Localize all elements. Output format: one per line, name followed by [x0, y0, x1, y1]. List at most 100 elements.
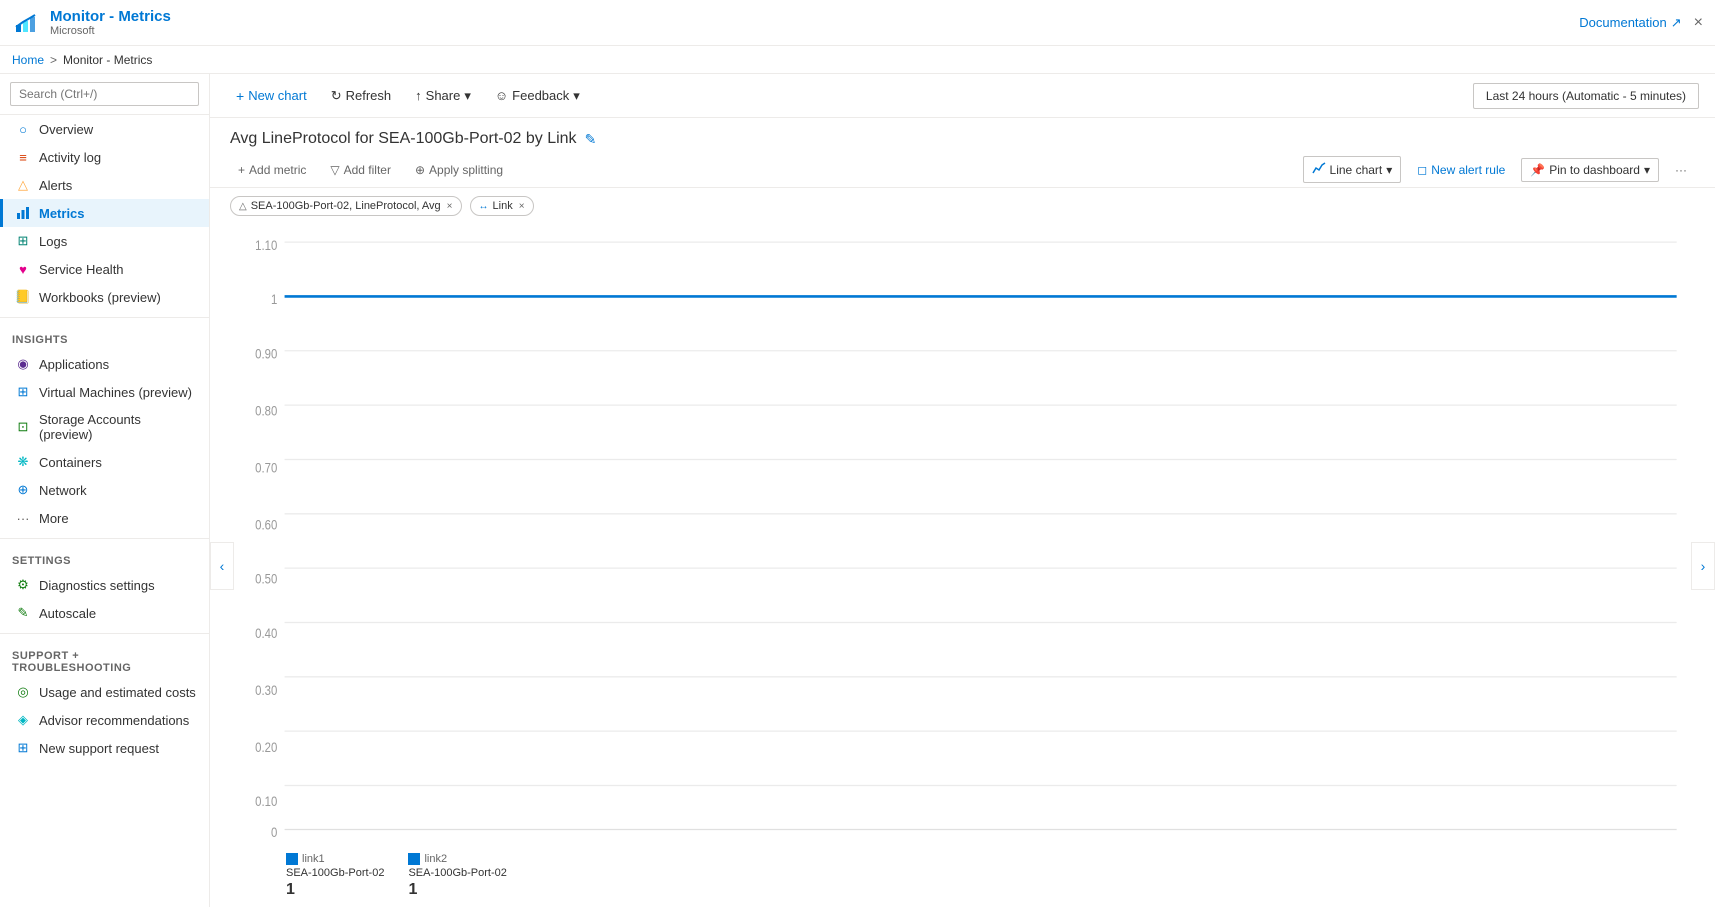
refresh-icon: ↻ [331, 88, 342, 104]
sidebar-item-virtual-machines[interactable]: ⊞ Virtual Machines (preview) [0, 378, 209, 406]
network-icon: ⊕ [15, 482, 31, 498]
legend-item-2: link2 SEA-100Gb-Port-02 1 [408, 853, 506, 899]
breadcrumb-current: Monitor - Metrics [63, 53, 152, 67]
svg-text:0.30: 0.30 [255, 682, 277, 699]
chart-tag-2: ↔ Link × [470, 196, 534, 216]
tag1-close-button[interactable]: × [447, 201, 453, 212]
sidebar-divider-2 [0, 538, 209, 539]
svg-text:0.80: 0.80 [255, 402, 277, 419]
chart-legend: link1 SEA-100Gb-Port-02 1 link2 SEA-100G… [218, 845, 1707, 907]
svg-text:0.20: 0.20 [255, 739, 277, 756]
sidebar-search-container [0, 74, 209, 115]
share-chevron-icon: ▾ [464, 88, 471, 104]
plus-icon: + [236, 88, 244, 104]
search-input[interactable] [10, 82, 199, 106]
app-subtitle: Microsoft [50, 25, 171, 37]
external-link-icon: ↗ [1671, 15, 1682, 31]
svg-text:06 PM: 06 PM [946, 842, 979, 845]
settings-section-label: Settings [0, 545, 209, 571]
new-chart-button[interactable]: + New chart [226, 83, 317, 109]
chart-wrapper: ‹ 1.10 1 0.90 0.80 0.70 0.60 0.50 [210, 224, 1715, 907]
svg-text:1.10: 1.10 [255, 237, 277, 254]
topbar: Monitor - Metrics Microsoft Documentatio… [0, 0, 1715, 46]
new-support-icon: ⊞ [15, 740, 31, 756]
sidebar-item-alerts[interactable]: △ Alerts [0, 171, 209, 199]
chart-nav-left-button[interactable]: ‹ [210, 542, 234, 590]
sidebar-item-new-support[interactable]: ⊞ New support request [0, 734, 209, 762]
splitting-icon: ⊕ [415, 163, 425, 177]
chart-actions-left: + Add metric ▽ Add filter ⊕ Apply splitt… [230, 159, 511, 181]
diagnostics-icon: ⚙ [15, 577, 31, 593]
chart-edit-icon[interactable]: ✎ [585, 131, 597, 148]
breadcrumb: Home > Monitor - Metrics [0, 46, 1715, 74]
chart-actions-right: Line chart ▾ ◻ New alert rule 📌 Pin to d… [1303, 156, 1695, 183]
tag2-close-button[interactable]: × [519, 201, 525, 212]
more-options-button[interactable]: ··· [1667, 159, 1695, 181]
svg-text:0.90: 0.90 [255, 345, 277, 362]
feedback-icon: ☺ [495, 88, 508, 103]
share-button[interactable]: ↑ Share ▾ [405, 83, 481, 109]
app-title-group: Monitor - Metrics Microsoft [50, 8, 171, 37]
sidebar-item-more[interactable]: ··· More [0, 504, 209, 532]
chart-tags: △ SEA-100Gb-Port-02, LineProtocol, Avg ×… [210, 188, 1715, 224]
sidebar-item-usage-costs[interactable]: ◎ Usage and estimated costs [0, 678, 209, 706]
overview-icon: ○ [15, 121, 31, 137]
svg-text:0.60: 0.60 [255, 516, 277, 533]
chart-nav-right-button[interactable]: › [1691, 542, 1715, 590]
feedback-button[interactable]: ☺ Feedback ▾ [485, 83, 590, 109]
main-layout: ○ Overview ≡ Activity log △ Alerts Metri… [0, 74, 1715, 907]
sidebar-item-service-health[interactable]: ♥ Service Health [0, 255, 209, 283]
svg-text:0.10: 0.10 [255, 793, 277, 810]
line-chart-dropdown[interactable]: Line chart ▾ [1303, 156, 1402, 183]
activity-log-icon: ≡ [15, 149, 31, 165]
refresh-button[interactable]: ↻ Refresh [321, 83, 401, 109]
close-button[interactable]: × [1694, 14, 1703, 32]
sidebar-item-activity-log[interactable]: ≡ Activity log [0, 143, 209, 171]
virtual-machines-icon: ⊞ [15, 384, 31, 400]
svg-text:1: 1 [271, 291, 277, 308]
logs-icon: ⊞ [15, 233, 31, 249]
legend-item-1: link1 SEA-100Gb-Port-02 1 [286, 853, 384, 899]
time-range-button[interactable]: Last 24 hours (Automatic - 5 minutes) [1473, 83, 1699, 109]
containers-icon: ❋ [15, 454, 31, 470]
sidebar-item-advisor[interactable]: ◈ Advisor recommendations [0, 706, 209, 734]
breadcrumb-home[interactable]: Home [12, 53, 44, 67]
pin-chevron-icon: ▾ [1644, 163, 1650, 177]
sidebar-item-diagnostics[interactable]: ⚙ Diagnostics settings [0, 571, 209, 599]
sidebar-item-logs[interactable]: ⊞ Logs [0, 227, 209, 255]
sidebar-item-metrics[interactable]: Metrics [0, 199, 209, 227]
sidebar-item-applications[interactable]: ◉ Applications [0, 350, 209, 378]
chart-tag-1: △ SEA-100Gb-Port-02, LineProtocol, Avg × [230, 196, 462, 216]
chart-svg: 1.10 1 0.90 0.80 0.70 0.60 0.50 0.40 0.3… [238, 224, 1687, 845]
svg-text:0.70: 0.70 [255, 459, 277, 476]
sidebar-item-workbooks[interactable]: 📒 Workbooks (preview) [0, 283, 209, 311]
more-icon: ··· [15, 510, 31, 526]
pin-to-dashboard-button[interactable]: 📌 Pin to dashboard ▾ [1521, 158, 1659, 182]
topbar-left: Monitor - Metrics Microsoft [12, 8, 171, 37]
line-chart-icon [1312, 161, 1326, 178]
app-title: Monitor - Metrics [50, 8, 171, 25]
svg-text:0: 0 [271, 824, 277, 841]
sidebar-item-storage-accounts[interactable]: ⊡ Storage Accounts (preview) [0, 406, 209, 448]
breadcrumb-separator: > [50, 53, 57, 67]
sidebar-item-network[interactable]: ⊕ Network [0, 476, 209, 504]
content-area: + New chart ↻ Refresh ↑ Share ▾ ☺ Feedba… [210, 74, 1715, 907]
sidebar-item-autoscale[interactable]: ✎ Autoscale [0, 599, 209, 627]
sidebar-item-containers[interactable]: ❋ Containers [0, 448, 209, 476]
sidebar-item-overview[interactable]: ○ Overview [0, 115, 209, 143]
add-metric-button[interactable]: + Add metric [230, 159, 314, 181]
apply-splitting-button[interactable]: ⊕ Apply splitting [407, 159, 511, 181]
autoscale-icon: ✎ [15, 605, 31, 621]
app-icon [12, 9, 40, 37]
new-alert-rule-button[interactable]: ◻ New alert rule [1409, 159, 1513, 181]
documentation-link[interactable]: Documentation ↗ [1579, 15, 1681, 31]
service-health-icon: ♥ [15, 261, 31, 277]
insights-section-label: Insights [0, 324, 209, 350]
workbooks-icon: 📒 [15, 289, 31, 305]
add-filter-button[interactable]: ▽ Add filter [322, 159, 399, 181]
sidebar-divider-1 [0, 317, 209, 318]
usage-costs-icon: ◎ [15, 684, 31, 700]
svg-text:12 PM: 12 PM [584, 842, 617, 845]
svg-text:0.40: 0.40 [255, 625, 277, 642]
tag2-icon: ↔ [479, 201, 489, 212]
